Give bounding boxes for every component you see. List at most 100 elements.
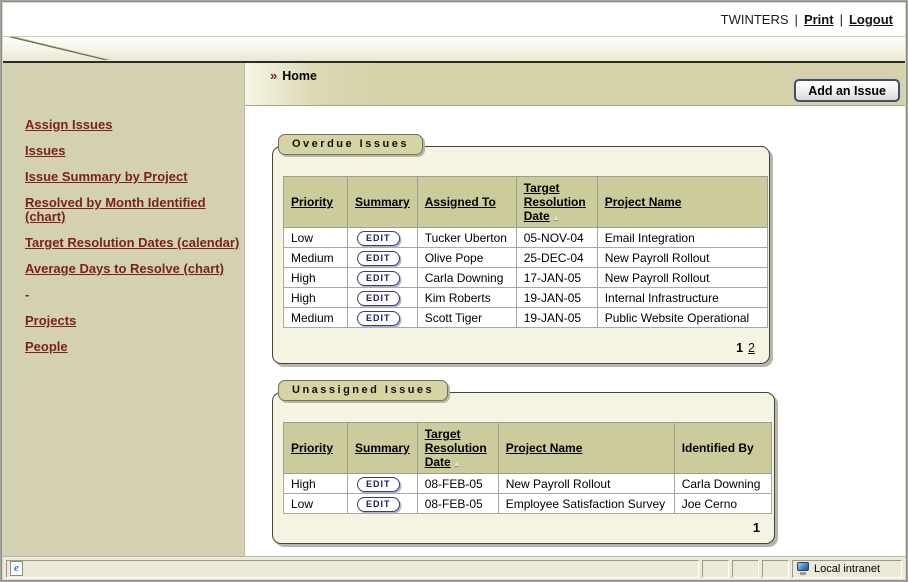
column-header-target-resolution-date[interactable]: Target Resolution Date▲ xyxy=(516,177,597,228)
priority-cell: High xyxy=(284,288,348,308)
status-panel-main: e xyxy=(6,560,699,578)
priority-cell: High xyxy=(284,474,348,494)
priority-cell: High xyxy=(284,268,348,288)
sidebar-link-people[interactable]: People xyxy=(25,339,68,354)
sidebar-link-issue-summary[interactable]: Issue Summary by Project xyxy=(25,169,188,184)
assigned-to-cell: Carla Downing xyxy=(417,268,516,288)
target-date-cell: 25-DEC-04 xyxy=(516,248,597,268)
sidebar-link-issues[interactable]: Issues xyxy=(25,143,65,158)
column-header-project-name[interactable]: Project Name xyxy=(498,423,674,474)
table-row: High EDIT Kim Roberts 19-JAN-05 Internal… xyxy=(284,288,768,308)
sidebar-link-average-days[interactable]: Average Days to Resolve (chart) xyxy=(25,261,224,276)
target-date-cell: 08-FEB-05 xyxy=(417,494,498,514)
edit-button[interactable]: EDIT xyxy=(357,477,400,492)
target-date-cell: 08-FEB-05 xyxy=(417,474,498,494)
sidebar-link-assign-issues[interactable]: Assign Issues xyxy=(25,117,112,132)
breadcrumb: » Home xyxy=(270,68,317,83)
identified-by-cell: Joe Cerno xyxy=(674,494,771,514)
priority-cell: Medium xyxy=(284,308,348,328)
target-date-cell: 17-JAN-05 xyxy=(516,268,597,288)
sidebar-item-assign-issues: Assign Issues xyxy=(25,118,244,132)
priority-cell: Medium xyxy=(284,248,348,268)
summary-cell: EDIT xyxy=(348,308,418,328)
pagination-page-2-link[interactable]: 2 xyxy=(748,341,755,355)
table-row: Medium EDIT Scott Tiger 19-JAN-05 Public… xyxy=(284,308,768,328)
identified-by-cell: Carla Downing xyxy=(674,474,771,494)
overdue-issues-region-title: Overdue Issues xyxy=(278,134,423,155)
sidebar-link-projects[interactable]: Projects xyxy=(25,313,76,328)
sidebar-link-target-dates[interactable]: Target Resolution Dates (calendar) xyxy=(25,235,239,250)
target-date-cell: 05-NOV-04 xyxy=(516,228,597,248)
pagination: 12 xyxy=(736,341,755,355)
header-gradient-band xyxy=(3,36,905,63)
sidebar-link-resolved-by-month[interactable]: Resolved by Month Identified (chart) xyxy=(25,195,206,224)
table-row: Medium EDIT Olive Pope 25-DEC-04 New Pay… xyxy=(284,248,768,268)
edit-button[interactable]: EDIT xyxy=(357,271,400,286)
edit-button[interactable]: EDIT xyxy=(357,497,400,512)
column-header-priority[interactable]: Priority xyxy=(284,423,348,474)
edit-button[interactable]: EDIT xyxy=(357,231,400,246)
project-name-cell: New Payroll Rollout xyxy=(597,248,767,268)
overdue-issues-region: Overdue Issues Priority Summary Assigned… xyxy=(272,146,770,364)
top-utility-bar: TWINTERS | Print | Logout xyxy=(3,3,905,36)
assigned-to-cell: Olive Pope xyxy=(417,248,516,268)
pagination-current-page: 1 xyxy=(753,521,760,535)
breadcrumb-chevron-icon: » xyxy=(270,68,277,83)
unassigned-issues-table: Priority Summary Target Resolution Date▲… xyxy=(283,422,772,514)
summary-cell: EDIT xyxy=(348,288,418,308)
status-panel-1 xyxy=(702,560,729,578)
project-name-cell: Employee Satisfaction Survey xyxy=(498,494,674,514)
separator: | xyxy=(840,12,843,27)
summary-cell: EDIT xyxy=(348,494,418,514)
table-header-row: Priority Summary Target Resolution Date▲… xyxy=(284,423,772,474)
sidebar-item-separator: - xyxy=(25,288,244,302)
local-intranet-icon xyxy=(796,562,810,575)
assigned-to-cell: Tucker Uberton xyxy=(417,228,516,248)
column-header-target-resolution-date[interactable]: Target Resolution Date▲ xyxy=(417,423,498,474)
unassigned-issues-region: Unassigned Issues Priority Summary Targe… xyxy=(272,392,775,544)
project-name-cell: New Payroll Rollout xyxy=(597,268,767,288)
column-header-summary[interactable]: Summary xyxy=(348,423,418,474)
edit-button[interactable]: EDIT xyxy=(357,291,400,306)
table-row: Low EDIT Tucker Uberton 05-NOV-04 Email … xyxy=(284,228,768,248)
summary-cell: EDIT xyxy=(348,248,418,268)
column-header-assigned-to[interactable]: Assigned To xyxy=(417,177,516,228)
sidebar-item-average-days: Average Days to Resolve (chart) xyxy=(25,262,244,276)
breadcrumb-band: » Home Add an Issue xyxy=(245,63,905,106)
pagination: 1 xyxy=(753,521,760,535)
sort-ascending-icon: ▲ xyxy=(453,459,461,468)
sidebar: Assign Issues Issues Issue Summary by Pr… xyxy=(3,63,245,556)
separator: | xyxy=(795,12,798,27)
summary-cell: EDIT xyxy=(348,474,418,494)
sort-ascending-icon: ▲ xyxy=(552,213,560,222)
project-name-cell: New Payroll Rollout xyxy=(498,474,674,494)
pagination-current-page: 1 xyxy=(736,341,743,355)
edit-button[interactable]: EDIT xyxy=(357,311,400,326)
print-link[interactable]: Print xyxy=(804,12,834,27)
sidebar-item-target-dates: Target Resolution Dates (calendar) xyxy=(25,236,244,250)
column-header-project-name[interactable]: Project Name xyxy=(597,177,767,228)
project-name-cell: Public Website Operational xyxy=(597,308,767,328)
sidebar-nav: Assign Issues Issues Issue Summary by Pr… xyxy=(3,63,244,354)
browser-page-icon: e xyxy=(10,561,23,576)
swoosh-decoration xyxy=(7,37,117,61)
column-header-priority[interactable]: Priority xyxy=(284,177,348,228)
priority-cell: Low xyxy=(284,494,348,514)
main-content: » Home Add an Issue Overdue Issues Priori… xyxy=(245,63,905,556)
unassigned-issues-region-title: Unassigned Issues xyxy=(278,380,448,401)
column-header-summary[interactable]: Summary xyxy=(348,177,418,228)
edit-button[interactable]: EDIT xyxy=(357,251,400,266)
security-zone-panel: Local intranet xyxy=(792,560,902,578)
overdue-issues-table: Priority Summary Assigned To Target Reso… xyxy=(283,176,768,328)
sidebar-item-projects: Projects xyxy=(25,314,244,328)
sidebar-item-resolved-by-month: Resolved by Month Identified (chart) xyxy=(25,196,244,224)
status-panel-2 xyxy=(732,560,759,578)
logout-link[interactable]: Logout xyxy=(849,12,893,27)
breadcrumb-item-home: Home xyxy=(282,69,317,83)
sidebar-item-issues: Issues xyxy=(25,144,244,158)
status-panel-3 xyxy=(762,560,789,578)
app-window: TWINTERS | Print | Logout Assign Issues … xyxy=(0,0,908,582)
summary-cell: EDIT xyxy=(348,228,418,248)
project-name-cell: Email Integration xyxy=(597,228,767,248)
add-issue-button[interactable]: Add an Issue xyxy=(794,79,900,102)
